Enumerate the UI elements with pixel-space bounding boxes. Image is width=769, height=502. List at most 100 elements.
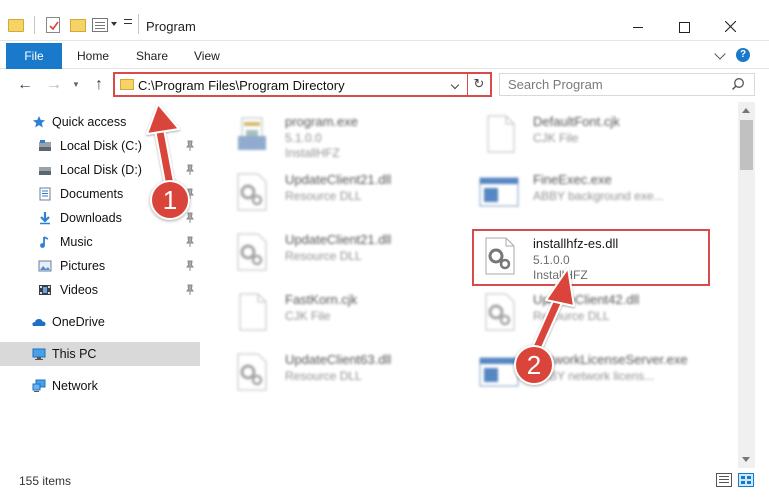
expand-ribbon-icon[interactable] xyxy=(714,48,726,60)
nav-item-label: Documents xyxy=(60,187,124,201)
file-item[interactable]: UpdateClient21.dll Resource DLL xyxy=(228,226,478,280)
file-name: UpdateClient42.dll xyxy=(533,292,640,307)
folder-icon xyxy=(8,19,24,32)
file-item[interactable]: DefaultFont.cjk CJK File xyxy=(476,108,726,162)
nav-item-label: Downloads xyxy=(60,211,122,225)
network-icon xyxy=(32,379,46,392)
nav-item-local-disk-d[interactable]: Local Disk (D:) xyxy=(0,158,200,182)
target-file-highlight xyxy=(472,229,710,286)
navigation-pane: Quick access Local Disk (C:) Local Disk … xyxy=(0,102,208,460)
scroll-down-icon[interactable] xyxy=(742,457,750,462)
address-row: ← → ▼ ↑ C:\Program Files\Program Directo… xyxy=(0,69,769,102)
pin-icon[interactable] xyxy=(186,284,194,296)
pin-icon[interactable] xyxy=(186,140,194,152)
nav-item-local-disk-c[interactable]: Local Disk (C:) xyxy=(0,134,200,158)
file-description: Resource DLL xyxy=(285,249,362,263)
dll-icon xyxy=(237,233,267,271)
file-item[interactable]: FastKorn.cjk CJK File xyxy=(228,286,478,340)
scroll-up-icon[interactable] xyxy=(742,108,750,113)
nav-item-this-pc[interactable]: This PC xyxy=(0,342,200,366)
music-icon xyxy=(40,236,49,248)
pin-icon[interactable] xyxy=(186,260,194,272)
help-icon[interactable]: ? xyxy=(736,48,750,62)
nav-item-onedrive[interactable]: OneDrive xyxy=(0,310,200,334)
refresh-icon[interactable]: ↻ xyxy=(472,77,486,91)
nav-item-label: This PC xyxy=(52,347,97,361)
pin-icon[interactable] xyxy=(186,236,194,248)
up-button[interactable]: ↑ xyxy=(89,75,109,95)
nav-item-label: OneDrive xyxy=(52,315,105,329)
videos-icon xyxy=(39,285,51,295)
back-button[interactable]: ← xyxy=(15,75,35,95)
chevron-down-icon[interactable] xyxy=(450,80,460,90)
item-count: 155 items xyxy=(19,474,72,488)
search-input[interactable] xyxy=(500,74,720,95)
dll-icon xyxy=(237,173,267,211)
file-name: FastKorn.cjk xyxy=(285,292,358,307)
file-item[interactable]: program.exe 5.1.0.0 InstallHFZ xyxy=(228,108,478,162)
nav-item-label: Local Disk (D:) xyxy=(60,163,142,177)
file-name: UpdateClient63.dll xyxy=(285,352,392,367)
chevron-down-icon[interactable] xyxy=(111,22,117,26)
file-item[interactable]: UpdateClient21.dll Resource DLL xyxy=(228,166,478,220)
step-badge-2: 2 xyxy=(514,345,554,385)
nav-item-label: Pictures xyxy=(60,259,106,273)
nav-item-network[interactable]: Network xyxy=(0,374,200,398)
pin-icon[interactable] xyxy=(186,164,194,176)
documents-icon xyxy=(39,187,51,201)
scrollbar-thumb[interactable] xyxy=(740,120,753,170)
tab-home[interactable]: Home xyxy=(77,43,109,69)
file-item[interactable]: NetworkLicenseServer.exe ABBY network li… xyxy=(476,346,726,400)
maximize-button[interactable] xyxy=(662,14,706,40)
file-icon xyxy=(239,293,267,331)
nav-item-music[interactable]: Music xyxy=(0,230,200,254)
onedrive-icon xyxy=(32,319,46,326)
search-icon[interactable] xyxy=(731,77,745,91)
file-item[interactable]: FineExec.exe ABBY background exe... xyxy=(476,166,726,220)
file-description: Resource DLL xyxy=(285,189,362,203)
file-description: ABBY background exe... xyxy=(533,189,664,203)
file-description: Resource DLL xyxy=(533,309,610,323)
drive-icon xyxy=(39,140,51,151)
vertical-scrollbar[interactable] xyxy=(738,102,755,468)
file-name: UpdateClient21.dll xyxy=(285,232,392,247)
file-item[interactable]: UpdateClient63.dll Resource DLL xyxy=(228,346,478,400)
file-name: NetworkLicenseServer.exe xyxy=(533,352,688,367)
recent-locations-button[interactable]: ▼ xyxy=(66,75,86,95)
nav-item-label: Videos xyxy=(60,283,98,297)
details-view-icon[interactable] xyxy=(716,473,732,487)
file-description: CJK File xyxy=(285,309,331,323)
exe-icon xyxy=(238,117,266,150)
properties-check-icon[interactable] xyxy=(46,17,60,33)
pictures-icon xyxy=(38,260,52,272)
dll-icon xyxy=(485,293,515,331)
pin-icon[interactable] xyxy=(186,212,194,224)
address-bar[interactable]: C:\Program Files\Program Directory ↻ xyxy=(113,72,492,97)
close-button[interactable] xyxy=(708,14,752,40)
tab-share[interactable]: Share xyxy=(136,43,168,69)
file-name: DefaultFont.cjk xyxy=(533,114,620,129)
properties-icon[interactable] xyxy=(92,18,108,32)
address-path[interactable]: C:\Program Files\Program Directory xyxy=(138,78,345,93)
nav-item-label: Quick access xyxy=(52,115,127,129)
title-bar: Program xyxy=(0,0,769,41)
file-item[interactable]: UpdateClient42.dll Resource DLL xyxy=(476,286,726,340)
customize-toolbar-icon[interactable] xyxy=(124,19,132,20)
large-icons-view-icon[interactable] xyxy=(738,473,754,487)
divider xyxy=(138,14,139,34)
file-name: UpdateClient21.dll xyxy=(285,172,392,187)
nav-item-quick-access[interactable]: Quick access xyxy=(0,110,200,134)
folder-icon xyxy=(120,79,134,90)
tab-file[interactable]: File xyxy=(6,43,62,69)
nav-item-videos[interactable]: Videos xyxy=(0,278,200,302)
new-folder-icon[interactable] xyxy=(70,19,86,32)
ribbon: File Home Share View ? xyxy=(0,41,769,69)
forward-button[interactable]: → xyxy=(44,75,64,95)
divider xyxy=(467,74,468,95)
step-badge-1: 1 xyxy=(150,180,190,220)
nav-item-pictures[interactable]: Pictures xyxy=(0,254,200,278)
search-box[interactable] xyxy=(499,73,755,96)
minimize-button[interactable] xyxy=(616,14,660,40)
nav-item-label: Music xyxy=(60,235,93,249)
tab-view[interactable]: View xyxy=(194,43,220,69)
